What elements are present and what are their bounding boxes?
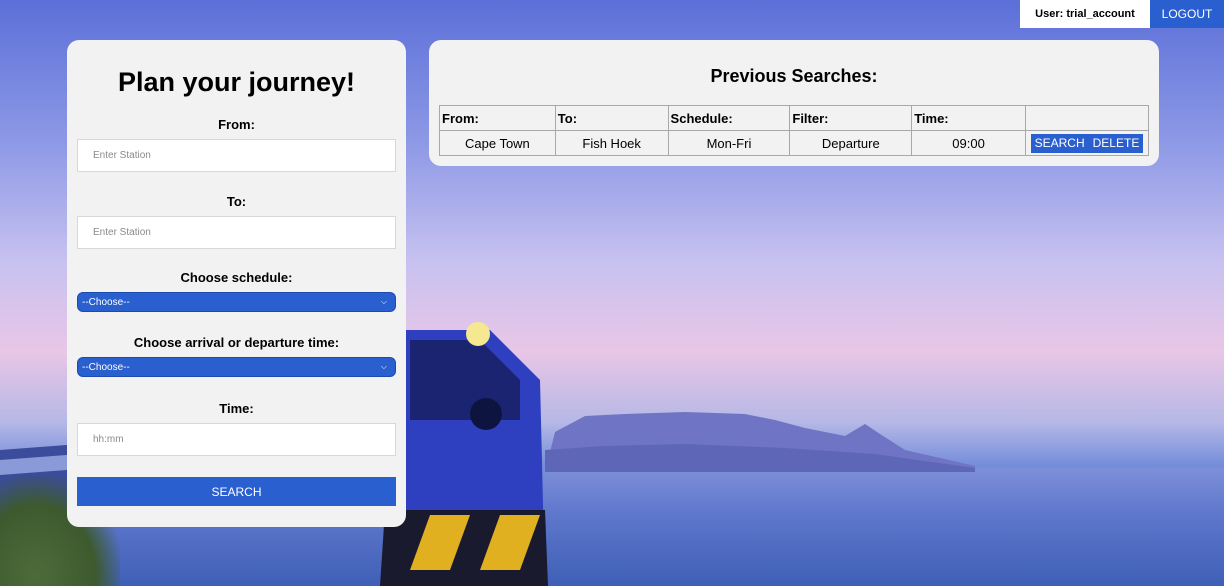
time-label: Time:: [219, 401, 254, 416]
schedule-label: Choose schedule:: [180, 270, 293, 285]
table-header-row: From: To: Schedule: Filter: Time:: [439, 105, 1150, 131]
row-delete-button[interactable]: DELETE: [1088, 133, 1144, 153]
col-header-from: From:: [439, 105, 556, 131]
table-row: Cape Town Fish Hoek Mon-Fri Departure 09…: [439, 130, 1150, 156]
cell-to: Fish Hoek: [554, 130, 669, 156]
previous-searches-table: From: To: Schedule: Filter: Time: Cape T…: [439, 105, 1150, 156]
previous-searches-panel: Previous Searches: From: To: Schedule: F…: [429, 40, 1159, 166]
schedule-select-value: --Choose--: [82, 296, 130, 308]
chevron-down-icon: ⌵: [380, 362, 387, 371]
previous-searches-title: Previous Searches:: [710, 66, 878, 86]
cell-from: Cape Town: [439, 130, 556, 156]
cell-schedule: Mon-Fri: [667, 130, 791, 156]
arrdep-label: Choose arrival or departure time:: [133, 335, 340, 350]
chevron-down-icon: ⌵: [380, 297, 387, 306]
cell-time: 09:00: [911, 130, 1026, 156]
plan-journey-panel: Plan your journey! From: To: Choose sche…: [67, 40, 406, 527]
arrdep-select[interactable]: --Choose-- ⌵: [77, 357, 396, 377]
search-button[interactable]: SEARCH: [77, 477, 396, 506]
col-header-to: To:: [554, 105, 669, 131]
user-label: User: trial_account: [1020, 0, 1150, 28]
row-search-button[interactable]: SEARCH: [1030, 133, 1089, 153]
time-input[interactable]: [77, 423, 396, 456]
schedule-select[interactable]: --Choose-- ⌵: [77, 292, 396, 312]
col-header-schedule: Schedule:: [667, 105, 791, 131]
from-input[interactable]: [77, 139, 396, 172]
table-mountain-image: [545, 412, 975, 472]
cell-actions: SEARCH DELETE: [1024, 130, 1150, 156]
col-header-filter: Filter:: [789, 105, 913, 131]
user-bar: User: trial_account LOGOUT: [1020, 0, 1224, 28]
from-label: From:: [218, 117, 255, 132]
to-input[interactable]: [77, 216, 396, 249]
plan-title: Plan your journey!: [117, 67, 356, 97]
logout-button[interactable]: LOGOUT: [1150, 0, 1224, 28]
cell-filter: Departure: [789, 130, 913, 156]
col-header-time: Time:: [911, 105, 1026, 131]
arrdep-select-value: --Choose--: [82, 361, 130, 373]
col-header-actions: [1024, 105, 1150, 131]
to-label: To:: [226, 194, 247, 209]
